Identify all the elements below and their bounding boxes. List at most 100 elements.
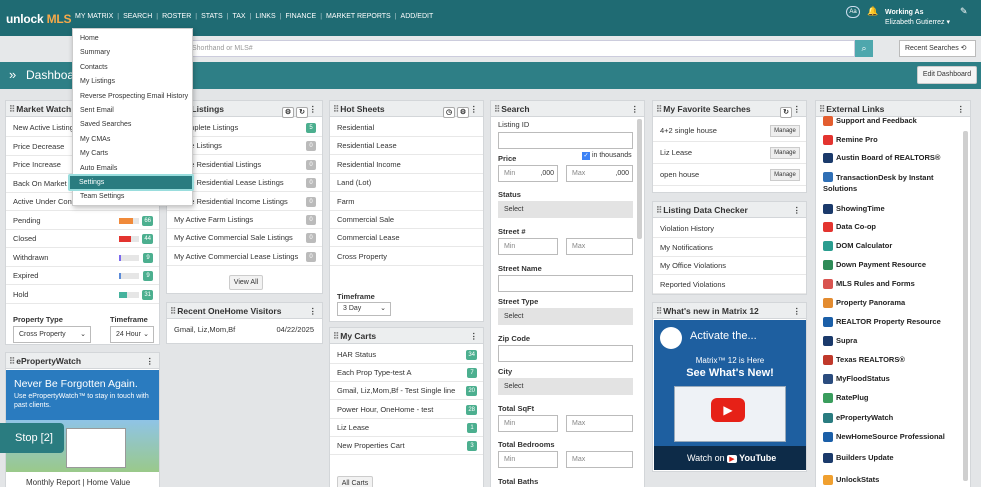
pen-icon[interactable]: ✎ bbox=[960, 6, 968, 17]
edit-dashboard-button[interactable]: Edit Dashboard bbox=[917, 66, 977, 84]
listing-row[interactable]: My Active Commercial Sale Listings 0 bbox=[167, 229, 322, 248]
refresh-icon[interactable]: ↻ bbox=[780, 107, 792, 118]
listing-id-input[interactable] bbox=[498, 132, 633, 149]
market-watch-row[interactable]: Withdrawn 9 bbox=[6, 249, 159, 267]
bell-icon[interactable]: 🔔 bbox=[867, 6, 878, 17]
hot-sheet-row[interactable]: Residential bbox=[330, 119, 483, 137]
data-checker-row[interactable]: Violation History bbox=[653, 220, 806, 238]
dropdown-item-my-listings[interactable]: My Listings bbox=[80, 78, 115, 85]
external-link-unlockstats[interactable]: UnlockStats bbox=[823, 475, 955, 485]
stop-button[interactable]: Stop [2] bbox=[0, 423, 64, 453]
dropdown-item-saved-searches[interactable]: Saved Searches bbox=[80, 121, 131, 128]
dropdown-item-my-carts[interactable]: My Carts bbox=[80, 150, 108, 157]
dropdown-item-contacts[interactable]: Contacts bbox=[80, 64, 108, 71]
count-badge[interactable]: 0 bbox=[306, 159, 316, 170]
menu-item-links[interactable]: LINKS bbox=[251, 13, 279, 20]
hot-sheet-row[interactable]: Residential Income bbox=[330, 156, 483, 174]
dropdown-item-my-cmas[interactable]: My CMAs bbox=[80, 136, 110, 143]
manage-button[interactable]: Manage bbox=[770, 125, 800, 137]
visitor-name[interactable]: Gmail, Liz,Mom,Bf bbox=[174, 325, 235, 334]
street-number-min-input[interactable]: Min bbox=[498, 238, 558, 255]
street-type-select[interactable]: Select bbox=[498, 308, 633, 325]
watch-on-youtube[interactable]: Watch on ▶ YouTube bbox=[687, 453, 776, 463]
menu-item-search[interactable]: SEARCH bbox=[119, 13, 156, 20]
cart-row[interactable]: HAR Status 34 bbox=[330, 346, 483, 364]
market-watch-row[interactable]: Hold 31 bbox=[6, 286, 159, 304]
hot-sheet-row[interactable]: Cross Property bbox=[330, 248, 483, 266]
scrollbar[interactable] bbox=[637, 119, 642, 239]
dropdown-item-reverse-prospecting-email-history[interactable]: Reverse Prospecting Email History bbox=[80, 93, 188, 100]
external-link-realtor-property-resource[interactable]: REALTOR Property Resource bbox=[823, 317, 955, 327]
menu-item-finance[interactable]: FINANCE bbox=[281, 13, 320, 20]
sqft-max-input[interactable]: Max bbox=[566, 415, 633, 432]
street-name-input[interactable] bbox=[498, 275, 633, 292]
data-checker-row[interactable]: Reported Violations bbox=[653, 276, 806, 294]
external-link-austin-board-of-realtors-[interactable]: Austin Board of REALTORS® bbox=[823, 153, 955, 163]
menu-item-roster[interactable]: ROSTER bbox=[158, 13, 195, 20]
scrollbar[interactable] bbox=[963, 131, 968, 481]
count-badge[interactable]: 31 bbox=[142, 289, 153, 300]
zip-code-input[interactable] bbox=[498, 345, 633, 362]
timeframe-select[interactable]: 24 Hour ⌄ bbox=[110, 326, 154, 343]
font-size-button[interactable]: Aa bbox=[846, 6, 860, 18]
view-all-button[interactable]: View All bbox=[229, 275, 263, 290]
cart-row[interactable]: Power Hour, OneHome - test 28 bbox=[330, 401, 483, 419]
favorite-search-row[interactable]: open house Manage bbox=[653, 164, 806, 186]
data-checker-row[interactable]: My Notifications bbox=[653, 239, 806, 257]
gear-icon[interactable]: ⚙ bbox=[457, 107, 469, 118]
hot-sheets-timeframe-select[interactable]: 3 Day ⌄ bbox=[337, 302, 391, 316]
dropdown-item-home[interactable]: Home bbox=[80, 35, 99, 42]
external-link-dom-calculator[interactable]: DOM Calculator bbox=[823, 241, 955, 251]
count-badge[interactable]: 0 bbox=[306, 215, 316, 225]
recent-searches-button[interactable]: Recent Searches ⟲ bbox=[899, 40, 976, 57]
menu-item-add-edit[interactable]: ADD/EDIT bbox=[397, 13, 438, 20]
external-link-builders-update[interactable]: Builders Update bbox=[823, 453, 955, 463]
dropdown-item-settings-selected[interactable]: Settings bbox=[68, 174, 194, 191]
count-badge[interactable]: 0 bbox=[306, 141, 316, 152]
hot-sheet-row[interactable]: Land (Lot) bbox=[330, 174, 483, 193]
dropdown-item-sent-email[interactable]: Sent Email bbox=[80, 107, 114, 114]
epropertywatch-banner[interactable]: Never Be Forgotten Again. Use ePropertyW… bbox=[6, 370, 159, 472]
unlock-mls-logo[interactable]: unlock MLS bbox=[6, 12, 72, 26]
manage-button[interactable]: Manage bbox=[770, 147, 800, 159]
chevron-right-icon[interactable]: » bbox=[9, 67, 16, 82]
gear-icon[interactable]: ⚙ bbox=[282, 107, 294, 118]
cart-row[interactable]: New Properties Cart 3 bbox=[330, 437, 483, 455]
in-thousands-checkbox[interactable]: ✓ in thousands bbox=[582, 152, 632, 160]
city-select[interactable]: Select bbox=[498, 378, 633, 395]
favorite-search-row[interactable]: Liz Lease Manage bbox=[653, 142, 806, 164]
hot-sheet-row[interactable]: Commercial Lease bbox=[330, 229, 483, 248]
property-type-select[interactable]: Cross Property ⌄ bbox=[13, 326, 91, 343]
shorthand-search-input[interactable]: Shorthand or MLS# bbox=[185, 40, 855, 57]
hot-sheet-row[interactable]: Residential Lease bbox=[330, 137, 483, 156]
all-carts-button[interactable]: All Carts bbox=[337, 476, 373, 487]
bedrooms-min-input[interactable]: Min bbox=[498, 451, 558, 468]
menu-item-my-matrix[interactable]: MY MATRIX bbox=[75, 13, 117, 20]
youtube-video[interactable]: Activate the... Matrix™ 12 is Here See W… bbox=[654, 320, 806, 470]
external-link-supra[interactable]: Supra bbox=[823, 336, 955, 346]
count-badge[interactable]: 9 bbox=[143, 252, 153, 263]
dropdown-item-auto-emails[interactable]: Auto Emails bbox=[80, 165, 117, 172]
status-select[interactable]: Select bbox=[498, 201, 633, 218]
count-badge[interactable]: 0 bbox=[306, 178, 316, 189]
menu-item-market-reports[interactable]: MARKET REPORTS bbox=[322, 13, 395, 20]
cart-row[interactable]: Liz Lease 1 bbox=[330, 419, 483, 437]
favorite-search-row[interactable]: 4+2 single house Manage bbox=[653, 120, 806, 142]
dropdown-item-summary[interactable]: Summary bbox=[80, 49, 110, 56]
working-as[interactable]: Working As Elizabeth Gutierrez ▾ bbox=[885, 8, 950, 28]
listing-row[interactable]: My Active Farm Listings 0 bbox=[167, 211, 322, 229]
external-link-texas-realtors-[interactable]: Texas REALTORS® bbox=[823, 355, 955, 365]
hot-sheet-row[interactable]: Commercial Sale bbox=[330, 211, 483, 229]
external-link-remine-pro[interactable]: Remine Pro bbox=[823, 135, 955, 145]
cart-row[interactable]: Gmail, Liz,Mom,Bf - Test Single line 20 bbox=[330, 382, 483, 401]
bedrooms-max-input[interactable]: Max bbox=[566, 451, 633, 468]
data-checker-row[interactable]: My Office Violations bbox=[653, 257, 806, 275]
price-min-input[interactable]: Min ,000 bbox=[498, 165, 558, 182]
count-badge[interactable]: 66 bbox=[142, 215, 153, 226]
menu-item-stats[interactable]: STATS bbox=[197, 13, 227, 20]
market-watch-row[interactable]: Pending 66 bbox=[6, 212, 159, 230]
external-link-transactiondesk-by-instant-solutions[interactable]: TransactionDesk by Instant Solutions bbox=[823, 172, 955, 194]
menu-item-tax[interactable]: TAX bbox=[228, 13, 249, 20]
count-badge[interactable]: 0 bbox=[306, 196, 316, 207]
external-link-myfloodstatus[interactable]: MyFloodStatus bbox=[823, 374, 955, 384]
